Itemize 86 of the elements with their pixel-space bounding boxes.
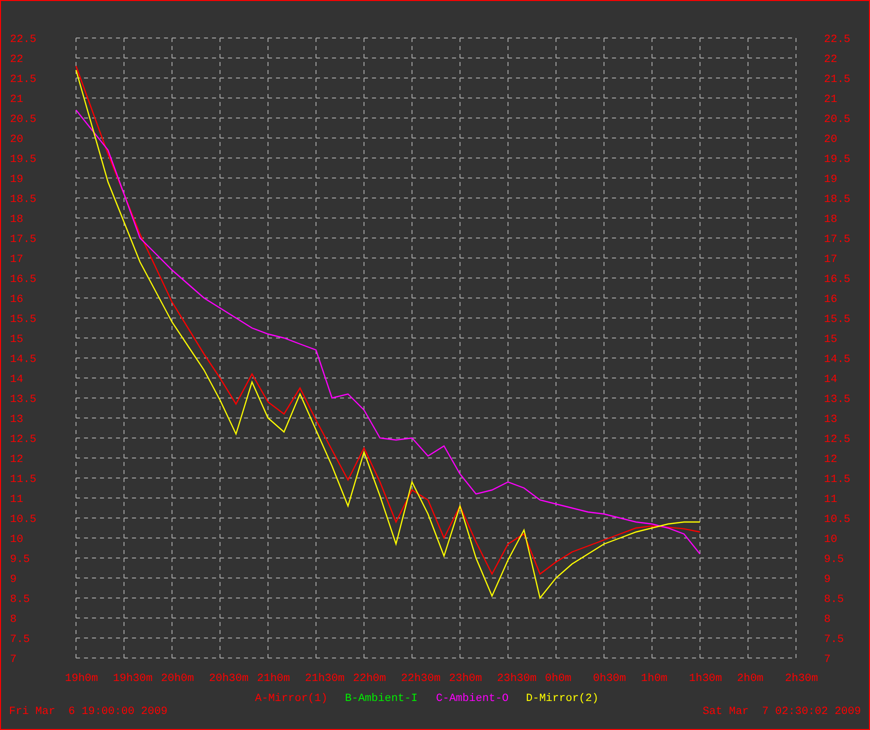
y-tick-label: 7: [10, 654, 17, 666]
y-tick-label: 16: [10, 294, 24, 306]
x-tick-label: 23h30m: [497, 673, 537, 685]
y-tick-label: 9.5: [10, 554, 30, 566]
y-tick-label: 9: [10, 574, 17, 586]
x-tick-label: 19h30m: [113, 673, 153, 685]
legend-label: D-Mirror(2): [526, 693, 599, 705]
x-tick-label: 20h30m: [209, 673, 249, 685]
legend-label: C-Ambient-O: [436, 693, 509, 705]
start-timestamp: Fri Mar 6 19:00:00 2009: [9, 705, 168, 719]
y-tick-label: 20.5: [10, 114, 36, 126]
legend-label: A-Mirror(1): [255, 693, 328, 705]
y-tick-label: 16.5: [10, 274, 36, 286]
end-timestamp: Sat Mar 7 02:30:02 2009: [702, 705, 861, 719]
x-tick-label: 0h0m: [545, 673, 572, 685]
y-tick-label: 17: [824, 254, 838, 266]
y-tick-label: 18.5: [10, 194, 36, 206]
y-tick-label: 15: [10, 334, 24, 346]
y-tick-label: 14: [10, 374, 24, 386]
y-tick-label: 7.5: [824, 634, 844, 646]
y-tick-label: 18.5: [824, 194, 850, 206]
y-tick-label: 11: [824, 494, 838, 506]
y-tick-label: 19: [10, 174, 24, 186]
y-tick-label: 19.5: [824, 154, 850, 166]
y-tick-label: 9: [824, 574, 831, 586]
x-tick-label: 2h30m: [785, 673, 818, 685]
y-tick-label: 8: [824, 614, 831, 626]
y-tick-label: 11: [10, 494, 24, 506]
y-tick-label: 10: [824, 534, 838, 546]
y-tick-label: 16.5: [824, 274, 850, 286]
y-tick-label: 17: [10, 254, 24, 266]
x-tick-label: 22h30m: [401, 673, 441, 685]
y-tick-label: 20.5: [824, 114, 850, 126]
y-tick-label: 15.5: [824, 314, 850, 326]
y-tick-label: 11.5: [824, 474, 850, 486]
x-tick-label: 2h0m: [737, 673, 764, 685]
y-tick-label: 16: [824, 294, 838, 306]
y-tick-label: 21.5: [824, 74, 850, 86]
y-tick-label: 15.5: [10, 314, 36, 326]
y-tick-label: 15: [824, 334, 838, 346]
x-tick-label: 21h30m: [305, 673, 345, 685]
y-tick-label: 21: [824, 94, 838, 106]
y-tick-label: 11.5: [10, 474, 36, 486]
y-tick-label: 8.5: [10, 594, 30, 606]
y-tick-label: 22: [824, 54, 838, 66]
y-tick-label: 8.5: [824, 594, 844, 606]
y-tick-label: 7: [824, 654, 831, 666]
y-tick-label: 14.5: [10, 354, 36, 366]
x-tick-label: 1h30m: [689, 673, 722, 685]
y-tick-label: 13.5: [824, 394, 850, 406]
x-tick-label: 23h0m: [449, 673, 482, 685]
y-tick-label: 21: [10, 94, 24, 106]
y-tick-label: 10.5: [10, 514, 36, 526]
y-tick-label: 13: [824, 414, 838, 426]
y-tick-label: 10.5: [824, 514, 850, 526]
y-tick-label: 18: [824, 214, 838, 226]
y-tick-label: 22: [10, 54, 24, 66]
y-tick-label: 12: [824, 454, 838, 466]
y-tick-label: 7.5: [10, 634, 30, 646]
y-tick-label: 13.5: [10, 394, 36, 406]
y-tick-label: 22.5: [10, 34, 36, 46]
y-tick-label: 14.5: [824, 354, 850, 366]
y-tick-label: 12.5: [824, 434, 850, 446]
y-tick-label: 20: [824, 134, 838, 146]
y-tick-label: 19.5: [10, 154, 36, 166]
y-tick-label: 12.5: [10, 434, 36, 446]
x-tick-label: 0h30m: [593, 673, 626, 685]
x-tick-label: 22h0m: [353, 673, 386, 685]
legend-label: B-Ambient-I: [345, 693, 418, 705]
y-tick-label: 20: [10, 134, 24, 146]
x-tick-label: 19h0m: [65, 673, 98, 685]
x-tick-label: 1h0m: [641, 673, 668, 685]
y-tick-label: 12: [10, 454, 24, 466]
y-tick-label: 21.5: [10, 74, 36, 86]
y-tick-label: 19: [824, 174, 838, 186]
y-tick-label: 18: [10, 214, 24, 226]
y-tick-label: 14: [824, 374, 838, 386]
y-tick-label: 10: [10, 534, 24, 546]
x-tick-label: 20h0m: [161, 673, 194, 685]
y-tick-label: 9.5: [824, 554, 844, 566]
y-tick-label: 17.5: [824, 234, 850, 246]
y-tick-label: 22.5: [824, 34, 850, 46]
y-tick-label: 8: [10, 614, 17, 626]
y-tick-label: 17.5: [10, 234, 36, 246]
x-tick-label: 21h0m: [257, 673, 290, 685]
y-tick-label: 13: [10, 414, 24, 426]
